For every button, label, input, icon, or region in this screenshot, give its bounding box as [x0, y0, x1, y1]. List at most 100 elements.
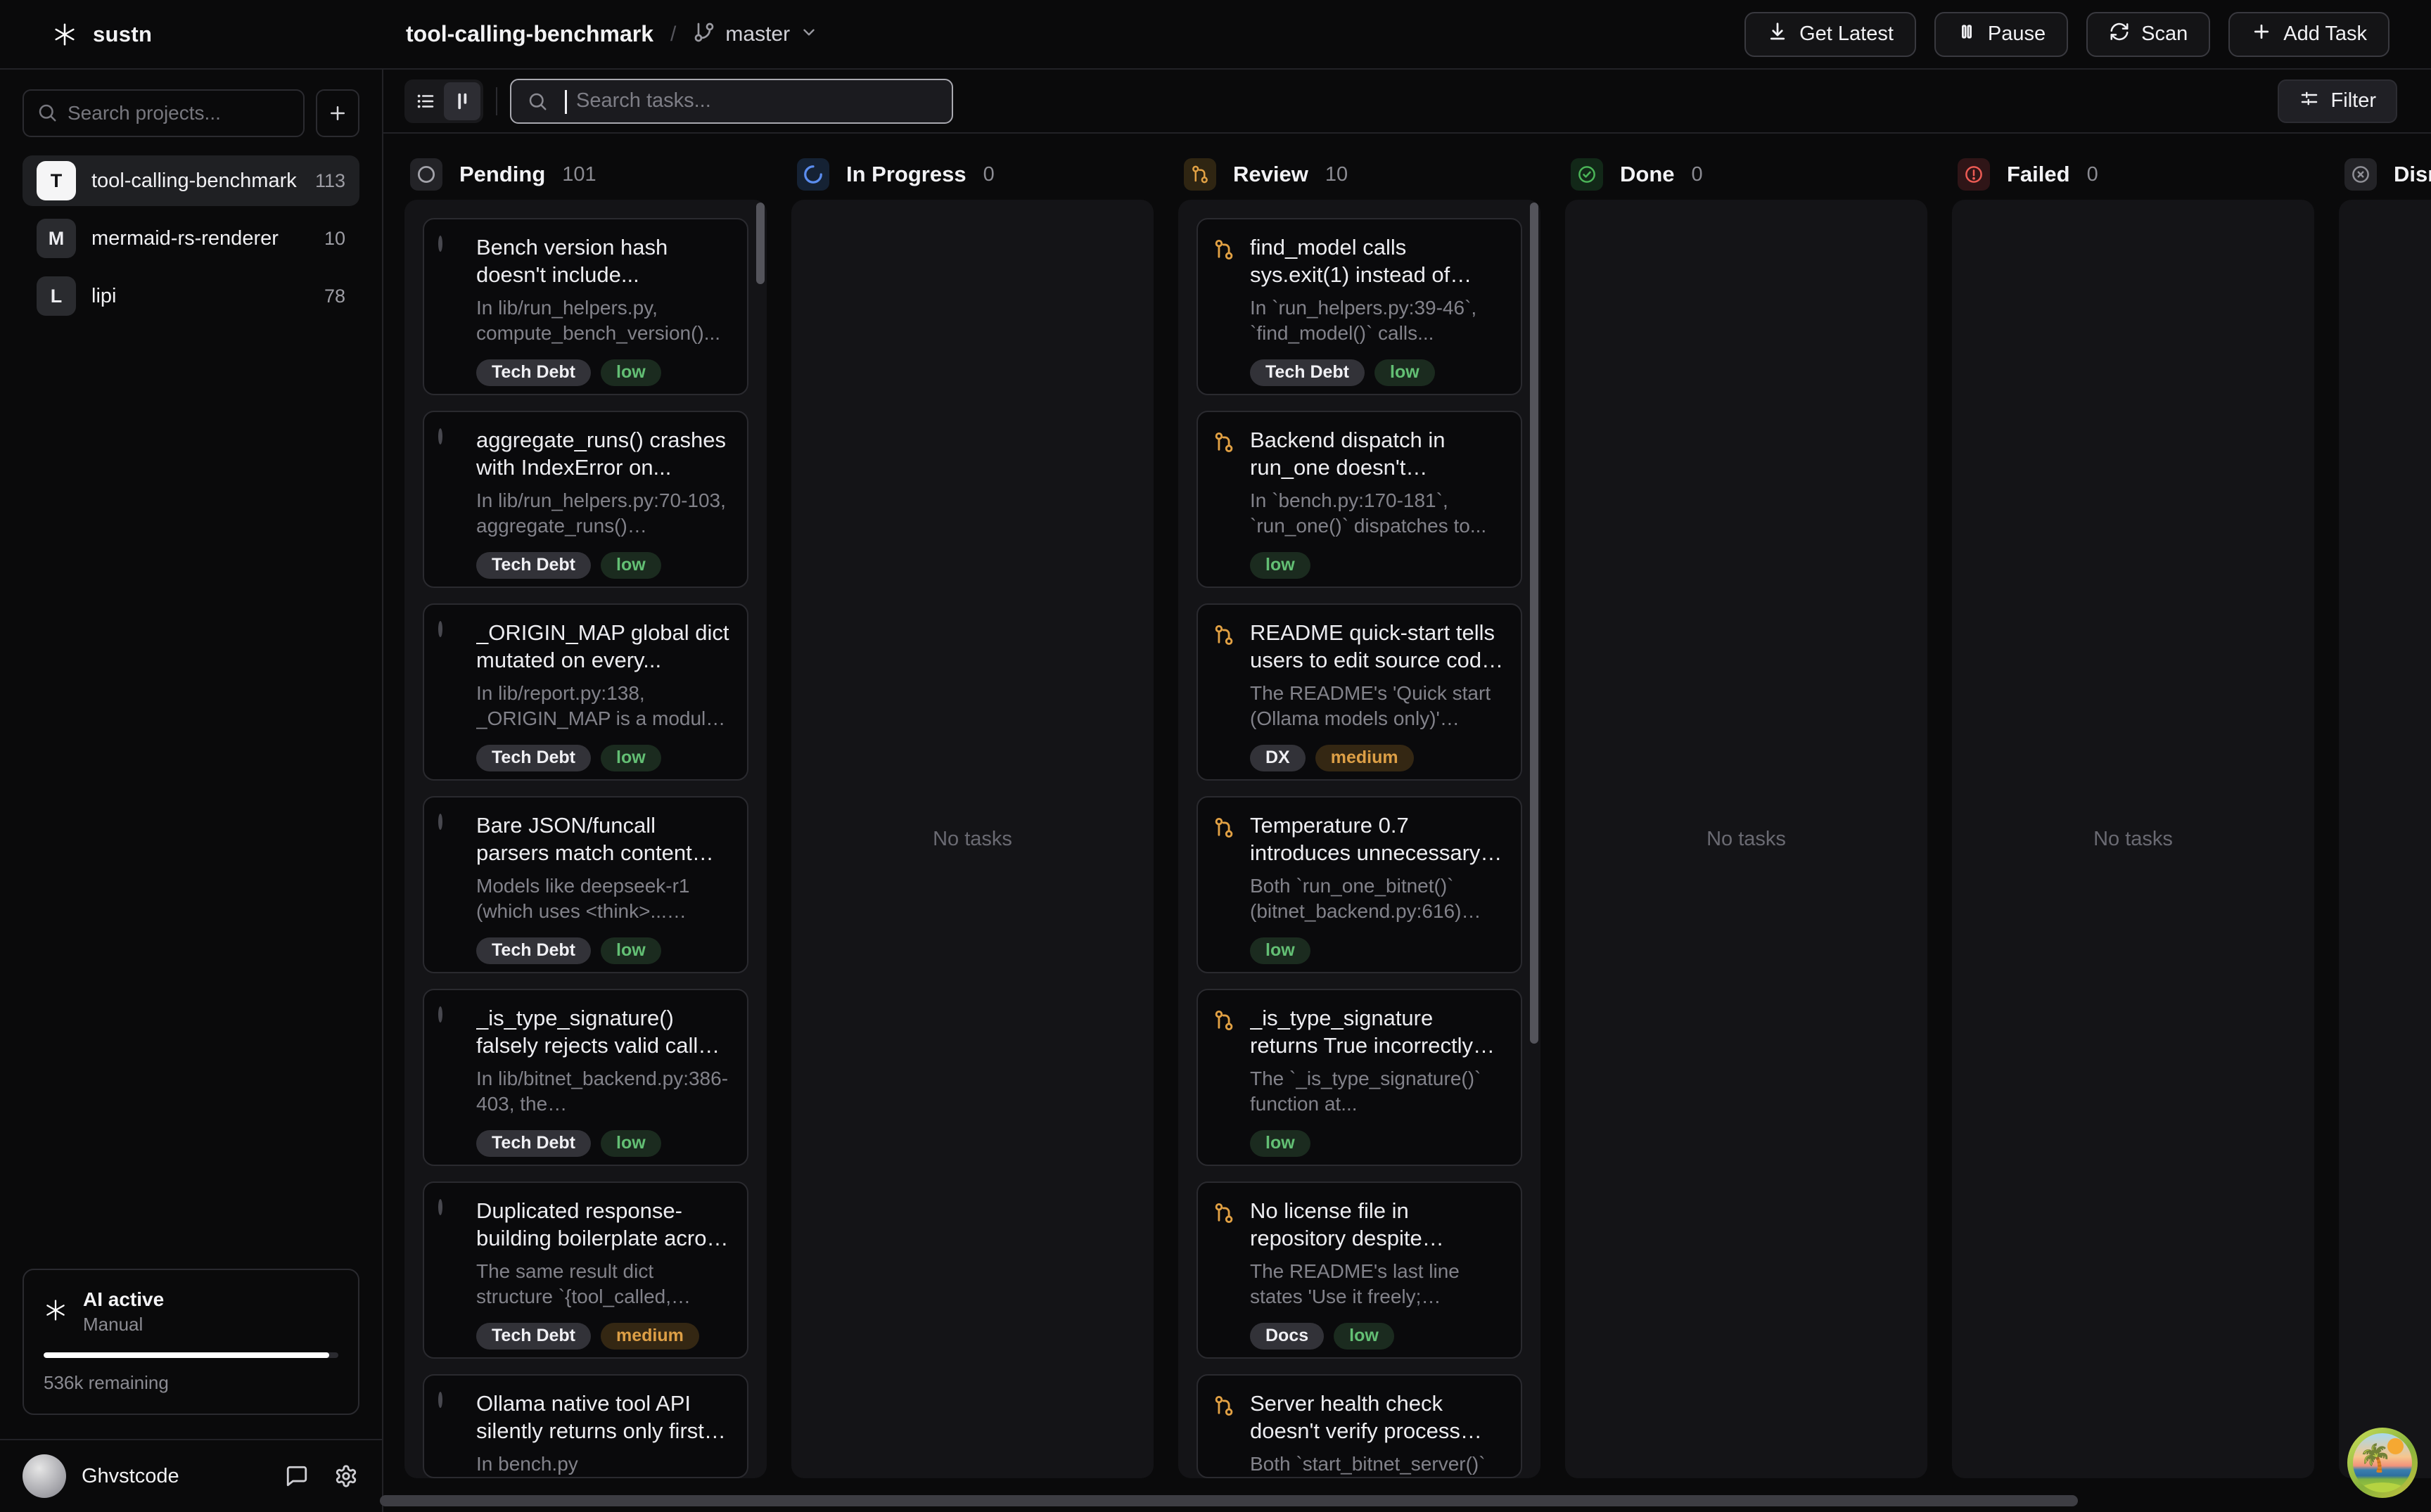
search-icon: [37, 102, 58, 127]
chat-icon[interactable]: [285, 1464, 309, 1488]
ai-status-card: AI active Manual 536k remaining: [23, 1269, 359, 1415]
task-card[interactable]: _is_type_signature() falsely rejects val…: [423, 989, 748, 1166]
project-name: mermaid-rs-renderer: [91, 227, 309, 250]
task-checkbox[interactable]: [438, 426, 464, 572]
scan-button[interactable]: Scan: [2086, 12, 2210, 57]
task-title: Duplicated response-building boilerplate…: [476, 1197, 730, 1252]
task-card[interactable]: Server health check doesn't verify proce…: [1197, 1374, 1522, 1478]
column-label: Pending: [459, 162, 545, 187]
tag-badge: low: [601, 1130, 661, 1157]
pull-request-icon: [1184, 158, 1216, 191]
sidebar-item-lipi[interactable]: L lipi 78: [23, 271, 359, 321]
task-description: In lib/bitnet_backend.py:386-403, the _i…: [476, 1066, 730, 1117]
task-tags: Tech Debtlow: [476, 552, 730, 579]
task-title: find_model calls sys.exit(1) instead of …: [1250, 233, 1504, 288]
task-title: Bench version hash doesn't include...: [476, 233, 730, 288]
gear-icon[interactable]: [334, 1464, 358, 1488]
task-description: Both `start_bitnet_server()` and `start_…: [1250, 1452, 1504, 1478]
task-description: In lib/run_helpers.py, compute_bench_ver…: [476, 295, 730, 347]
task-card[interactable]: README quick-start tells users to edit s…: [1197, 603, 1522, 781]
task-card[interactable]: aggregate_runs() crashes with IndexError…: [423, 411, 748, 588]
list-view-button[interactable]: [407, 82, 444, 120]
task-title: _ORIGIN_MAP global dict mutated on every…: [476, 619, 730, 674]
column-label: Done: [1620, 162, 1675, 187]
column-count: 10: [1325, 163, 1348, 186]
search-projects-input[interactable]: [23, 89, 305, 137]
kanban-view-button[interactable]: [444, 82, 480, 120]
task-card[interactable]: _is_type_signature returns True incorrec…: [1197, 989, 1522, 1166]
column-body: No tasks: [1952, 200, 2314, 1478]
project-avatar: L: [37, 276, 76, 316]
search-icon: [527, 91, 548, 115]
ai-mode: Manual: [83, 1314, 164, 1335]
task-tags: Tech Debtlow: [1250, 359, 1504, 386]
column-header: Dism: [2339, 149, 2431, 200]
app-root: sustn tool-calling-benchmark / master: [0, 0, 2431, 1512]
tag-badge: low: [601, 359, 661, 386]
pull-request-icon: [1212, 1390, 1237, 1463]
column-label: Failed: [2007, 162, 2070, 187]
ai-quota-progress: [44, 1352, 338, 1358]
download-icon: [1767, 21, 1788, 48]
pause-button[interactable]: Pause: [1934, 12, 2068, 57]
task-card[interactable]: find_model calls sys.exit(1) instead of …: [1197, 218, 1522, 395]
task-checkbox[interactable]: [438, 619, 464, 765]
branch-selector[interactable]: master: [693, 21, 818, 47]
empty-state-label: No tasks: [2093, 828, 2173, 851]
task-card[interactable]: No license file in repository despite RE…: [1197, 1181, 1522, 1359]
task-tags: Tech Debt low: [476, 359, 730, 386]
project-avatar: T: [37, 161, 76, 200]
text-caret: [565, 90, 567, 114]
get-latest-button[interactable]: Get Latest: [1744, 12, 1916, 57]
task-title: README quick-start tells users to edit s…: [1250, 619, 1504, 674]
tag-badge: Tech Debt: [476, 359, 591, 386]
column-scrollbar[interactable]: [1530, 203, 1538, 1044]
filter-label: Filter: [2331, 89, 2376, 113]
task-description: The same result dict structure `{tool_ca…: [476, 1259, 730, 1310]
task-title: Temperature 0.7 introduces unnecessary v…: [1250, 812, 1504, 866]
task-checkbox[interactable]: [438, 1197, 464, 1343]
task-checkbox[interactable]: [438, 1004, 464, 1151]
task-checkbox[interactable]: [438, 233, 464, 380]
palm-tree-icon: 🌴: [2359, 1443, 2392, 1474]
sidebar-item-mermaid-rs-renderer[interactable]: M mermaid-rs-renderer 10: [23, 213, 359, 264]
tag-badge: low: [601, 745, 661, 771]
avatar[interactable]: [23, 1454, 66, 1498]
task-card[interactable]: Backend dispatch in run_one doesn't vali…: [1197, 411, 1522, 588]
column-pending: Pending 101 Bench version hash doesn't i…: [404, 149, 767, 1512]
pull-request-icon: [1212, 1004, 1237, 1151]
task-checkbox[interactable]: [438, 812, 464, 958]
task-card[interactable]: Bare JSON/funcall parsers match content …: [423, 796, 748, 973]
column-header: Failed 0: [1952, 149, 2314, 200]
task-description: The README's 'Quick start (Ollama models…: [1250, 681, 1504, 732]
task-card[interactable]: Temperature 0.7 introduces unnecessary v…: [1197, 796, 1522, 973]
column-label: In Progress: [846, 162, 966, 187]
add-project-button[interactable]: [316, 89, 359, 137]
tag-badge: low: [1250, 937, 1310, 964]
board-horizontal-scrollbar[interactable]: [380, 1495, 2078, 1506]
task-card[interactable]: Duplicated response-building boilerplate…: [423, 1181, 748, 1359]
header-actions: Get Latest Pause Scan Add Task: [1744, 12, 2389, 57]
task-tags: low: [1250, 552, 1504, 579]
sidebar-item-tool-calling-benchmark[interactable]: T tool-calling-benchmark 113: [23, 155, 359, 206]
task-card[interactable]: Ollama native tool API silently returns …: [423, 1374, 748, 1478]
island-badge-button[interactable]: 🌴: [2347, 1428, 2418, 1498]
tag-badge: Tech Debt: [476, 745, 591, 771]
tag-badge: low: [601, 937, 661, 964]
column-scrollbar[interactable]: [756, 203, 765, 284]
column-done: Done 0 No tasks: [1565, 149, 1927, 1512]
add-task-button[interactable]: Add Task: [2228, 12, 2389, 57]
task-card[interactable]: Bench version hash doesn't include... In…: [423, 218, 748, 395]
toolbar: Filter: [383, 70, 2431, 134]
git-branch-icon: [693, 21, 715, 47]
task-card[interactable]: _ORIGIN_MAP global dict mutated on every…: [423, 603, 748, 781]
column-body: [2339, 200, 2431, 1478]
filter-button[interactable]: Filter: [2278, 79, 2397, 123]
tag-badge: Docs: [1250, 1323, 1324, 1350]
ai-remaining: 536k remaining: [44, 1372, 338, 1394]
task-description: In `run_helpers.py:39-46`, `find_model()…: [1250, 295, 1504, 347]
breadcrumb-project: tool-calling-benchmark: [406, 21, 653, 47]
task-checkbox[interactable]: [438, 1390, 464, 1463]
search-tasks-input[interactable]: [510, 79, 953, 124]
task-title: Bare JSON/funcall parsers match content …: [476, 812, 730, 866]
